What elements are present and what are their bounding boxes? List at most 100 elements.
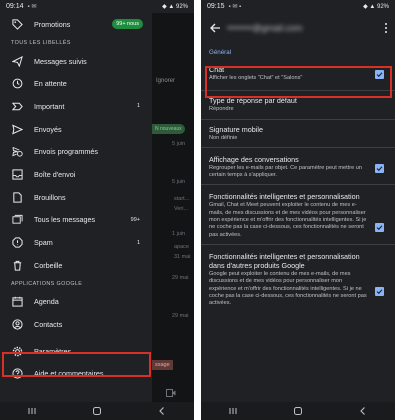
- drawer-item-label: Promotions: [34, 19, 71, 29]
- setting-title: Affichage des conversations: [209, 154, 299, 164]
- drawer-item-label: Tous les messages: [34, 215, 96, 225]
- general-section-header: Général: [209, 49, 232, 56]
- schedule-send-icon: [11, 146, 23, 158]
- setting-fonctionnalites[interactable]: Fonctionnalités intelligentes et personn…: [201, 185, 395, 243]
- drawer-item-label: En attente: [34, 79, 67, 89]
- right-screenshot: 09:15 ▪ ✉ ▪ ◆ ▲ 92% ••••••••@gmail.com G…: [201, 0, 395, 420]
- navigation-drawer: Promotions 99+ nous TOUS LES LIBELLÉS Me…: [0, 13, 152, 402]
- setting-title: Fonctionnalités intelligentes et personn…: [209, 192, 360, 202]
- recents-button[interactable]: [226, 406, 240, 416]
- highlight-chat-setting: [205, 66, 392, 98]
- setting-affichage-conversations[interactable]: Affichage des conversations Regrouper le…: [201, 148, 395, 185]
- setting-description: Regrouper les e-mails par objet. Ce para…: [209, 164, 362, 179]
- back-button[interactable]: [155, 406, 169, 416]
- highlight-settings: [2, 352, 151, 377]
- clock-icon: [11, 78, 23, 90]
- status-bar: 09:15 ▪ ✉ ▪ ◆ ▲ 92%: [201, 0, 395, 13]
- back-arrow-icon[interactable]: [209, 22, 221, 34]
- date-label: 29 mai: [172, 313, 189, 319]
- setting-value: Répondre: [209, 106, 234, 113]
- drawer-item-promotions[interactable]: Promotions 99+ nous: [0, 13, 152, 36]
- drawer-item-label: Agenda: [34, 297, 59, 307]
- drawer-item-agenda[interactable]: Agenda: [0, 291, 152, 314]
- back-button[interactable]: [356, 406, 370, 416]
- contacts-icon: [11, 319, 23, 331]
- drawer-item-boite-envoi[interactable]: Boîte d'envoi: [0, 163, 152, 186]
- new-badge: 99+ nous: [112, 19, 143, 30]
- outbox-icon: [11, 168, 23, 180]
- setting-fonctionnalites-autres[interactable]: Fonctionnalités intelligentes et personn…: [201, 245, 395, 312]
- drawer-item-label: Corbeille: [34, 260, 63, 270]
- status-time: 09:14: [6, 3, 24, 10]
- drawer-item-label: Spam: [34, 238, 53, 248]
- spam-icon: [11, 237, 23, 249]
- smart-features-other-checkbox[interactable]: [375, 286, 384, 296]
- new-messages-chip: N nouveaux: [152, 124, 185, 134]
- send-schedule-icon: [11, 55, 23, 67]
- home-button[interactable]: [291, 406, 305, 416]
- left-screenshot: 09:14 ▪ ✉ ◆ ▲ 92% Ignorer N nouveaux 5 j…: [0, 0, 194, 420]
- android-nav-bar: [0, 402, 194, 420]
- conversations-checkbox[interactable]: [375, 163, 384, 173]
- date-label: 5 juin: [172, 179, 186, 185]
- notification-icons: ▪ ✉ ▪: [228, 4, 242, 10]
- drawer-item-envois-programmes[interactable]: Envois programmés: [0, 140, 152, 163]
- setting-description: Gmail, Chat et Meet peuvent exploiter le…: [209, 202, 367, 238]
- ignore-text: Ignorer: [156, 78, 176, 84]
- checkmark-icon: [376, 166, 383, 171]
- drawer-item-label: Envoyés: [34, 124, 62, 134]
- date-label: 31 mai: [174, 254, 191, 260]
- setting-value: Non définie: [209, 134, 238, 141]
- android-nav-bar: [201, 402, 395, 420]
- important-icon: [11, 100, 23, 112]
- unread-count: 1: [136, 103, 140, 110]
- setting-title: Signature mobile: [209, 124, 263, 134]
- send-icon: [11, 123, 23, 135]
- recents-button[interactable]: [25, 406, 39, 416]
- checkmark-icon: [376, 289, 383, 295]
- drawer-item-label: Messages suivis: [34, 56, 87, 66]
- draft-icon: [11, 191, 23, 203]
- drawer-item-contacts[interactable]: Contacts: [0, 313, 152, 336]
- drawer-item-brouillons[interactable]: Brouillons: [0, 186, 152, 209]
- drawer-item-corbeille[interactable]: Corbeille: [0, 254, 152, 277]
- more-options-icon[interactable]: [383, 22, 389, 34]
- drawer-item-label: Envois programmés: [34, 147, 98, 157]
- setting-description: Google peut exploiter le contenu de mes …: [209, 270, 367, 307]
- drawer-item-messages-suivis[interactable]: Messages suivis: [0, 50, 152, 73]
- drawer-item-tous-les-messages[interactable]: Tous les messages 99+: [0, 209, 152, 232]
- date-label: 5 juin: [172, 141, 186, 147]
- drawer-item-important[interactable]: Important 1: [0, 95, 152, 118]
- setting-title: Fonctionnalités intelligentes et personn…: [209, 251, 360, 270]
- unread-count: 1: [136, 239, 140, 246]
- compose-message-button[interactable]: ssage: [152, 360, 173, 370]
- drawer-item-spam[interactable]: Spam 1: [0, 231, 152, 254]
- drawer-item-label: Brouillons: [34, 192, 66, 202]
- drawer-item-label: Boîte d'envoi: [34, 169, 76, 179]
- tag-icon: [11, 18, 23, 30]
- account-email: ••••••••@gmail.com: [227, 23, 303, 33]
- drawer-item-label: Important: [34, 101, 65, 111]
- battery-level: ◆ ▲ 92%: [162, 4, 188, 10]
- home-button[interactable]: [90, 406, 104, 416]
- notification-icons: ▪ ✉: [27, 4, 37, 10]
- checkmark-icon: [376, 225, 383, 231]
- status-time: 09:15: [207, 3, 225, 10]
- snippet-label: apace: [174, 244, 189, 250]
- apps-section-header: APPLICATIONS GOOGLE: [11, 280, 83, 287]
- settings-app-bar: ••••••••@gmail.com: [201, 13, 395, 43]
- calendar-icon: [11, 296, 23, 308]
- setting-signature[interactable]: Signature mobile Non définie: [201, 120, 395, 147]
- unread-count: 99+: [130, 216, 140, 223]
- drawer-item-envoyes[interactable]: Envoyés: [0, 118, 152, 141]
- drawer-item-en-attente[interactable]: En attente: [0, 72, 152, 95]
- date-label: 29 mai: [172, 275, 189, 281]
- meet-icon[interactable]: [166, 389, 176, 397]
- battery-level: ◆ ▲ 92%: [363, 4, 389, 10]
- smart-features-checkbox[interactable]: [375, 223, 384, 233]
- date-label: 1 juin: [172, 231, 186, 237]
- snippet-label: Veri...: [174, 206, 189, 212]
- status-bar: 09:14 ▪ ✉ ◆ ▲ 92%: [0, 0, 194, 13]
- labels-section-header: TOUS LES LIBELLÉS: [11, 39, 71, 46]
- all-mail-icon: [11, 214, 23, 226]
